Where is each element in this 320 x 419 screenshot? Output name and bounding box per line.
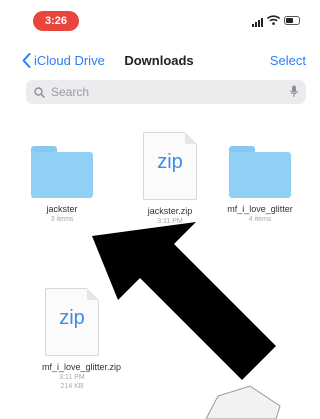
file-item-folder[interactable]: jackster 3 items [20,146,104,224]
status-time: 3:26 [33,11,79,31]
arrow-icon [92,222,276,380]
file-item-folder[interactable]: mf_i_love_glitter 4 items [218,146,302,224]
select-button[interactable]: Select [270,53,306,68]
signal-bar-icon [261,18,263,27]
wifi-icon [267,15,280,25]
navigation-bar: iCloud Drive Downloads Select [0,44,318,74]
file-meta: 4 items [248,216,272,223]
zip-file-icon: zip [143,132,197,200]
file-meta: 3:11 PM [157,218,183,225]
file-item-zip[interactable]: zip jackster.zip 3:11 PM [128,132,212,226]
file-name: jackster.zip [147,206,193,216]
file-extension-label: zip [59,307,85,329]
status-bar: 3:26 [0,0,318,36]
file-name: mf_i_love_glitter.zip [42,362,122,372]
microphone-icon[interactable] [290,85,298,98]
folder-icon [229,146,291,198]
signal-bar-icon [255,22,257,27]
folder-icon [31,146,93,198]
file-name: mf_i_love_glitter [227,204,293,214]
signal-bar-icon [258,20,260,27]
search-input[interactable] [49,84,273,100]
file-extension-label: zip [157,151,183,173]
file-meta: 3 items [50,216,74,223]
chevron-left-icon [22,52,31,68]
cursor-shape-icon [205,385,281,419]
search-bar[interactable] [26,80,306,104]
file-item-zip[interactable]: zip mf_i_love_glitter.zip 3:11 PM 214 KB [30,288,122,391]
file-meta: 3:11 PM 214 KB [59,374,85,390]
back-button-label: iCloud Drive [34,52,105,68]
back-button[interactable]: iCloud Drive [22,50,105,70]
battery-icon [284,16,300,25]
search-icon [34,86,45,98]
file-name: jackster [46,204,78,214]
signal-bar-icon [252,24,254,27]
zip-file-icon: zip [45,288,99,356]
